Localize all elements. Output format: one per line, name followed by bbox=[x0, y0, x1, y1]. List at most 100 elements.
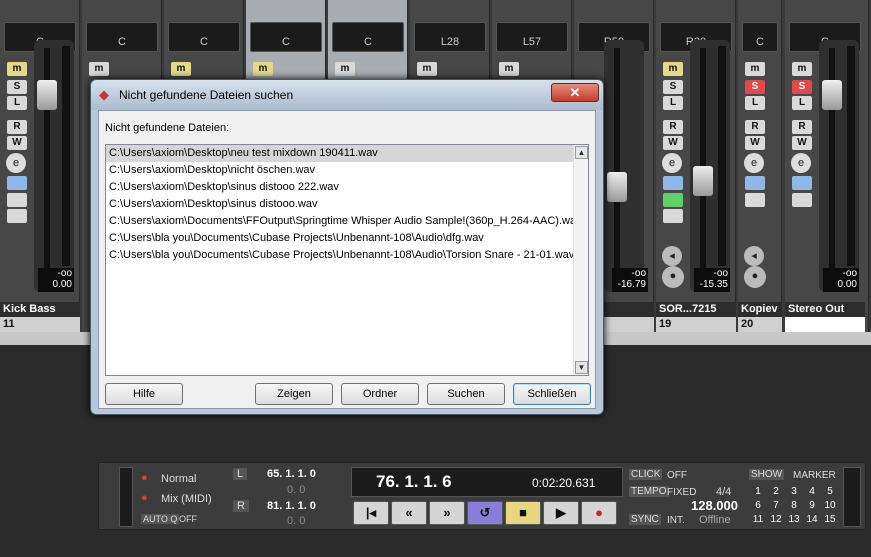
send-icon[interactable] bbox=[663, 209, 683, 223]
cycle-mode[interactable]: Mix (MIDI) bbox=[161, 493, 212, 505]
channel-name[interactable]: Stereo Out bbox=[785, 302, 865, 317]
speaker-icon[interactable]: ◂ bbox=[662, 246, 682, 266]
left-locator[interactable]: 65. 1. 1. 0 bbox=[267, 468, 316, 480]
send-icon[interactable] bbox=[7, 209, 27, 223]
pan-control[interactable]: C bbox=[250, 22, 322, 52]
close-dialog-button[interactable]: Schließen bbox=[513, 383, 591, 405]
listen-button[interactable]: L bbox=[792, 96, 812, 110]
marker-button[interactable]: 8 bbox=[785, 500, 803, 511]
fader[interactable] bbox=[34, 40, 74, 292]
marker-button[interactable]: 10 bbox=[821, 500, 839, 511]
channel-name[interactable]: SOR...7215 bbox=[656, 302, 736, 317]
marker-button[interactable]: 14 bbox=[803, 514, 821, 525]
mute-button[interactable]: m bbox=[7, 62, 27, 76]
folder-button[interactable]: Ordner bbox=[341, 383, 419, 405]
show-button[interactable]: Zeigen bbox=[255, 383, 333, 405]
edit-icon[interactable]: e bbox=[791, 153, 811, 173]
list-item[interactable]: C:\Users\axiom\Desktop\sinus distooo.wav bbox=[106, 196, 573, 213]
marker-button[interactable]: 9 bbox=[803, 500, 821, 511]
solo-button[interactable]: S bbox=[663, 80, 683, 94]
read-button[interactable]: R bbox=[7, 120, 27, 134]
list-item[interactable]: C:\Users\bla you\Documents\Cubase Projec… bbox=[106, 247, 573, 264]
stop-icon[interactable]: ■ bbox=[505, 501, 541, 525]
sync-button[interactable]: SYNC bbox=[629, 514, 661, 525]
dialog-titlebar[interactable]: ◆ Nicht gefundene Dateien suchen ✕ bbox=[91, 80, 603, 110]
scroll-down-icon[interactable]: ▼ bbox=[575, 361, 588, 374]
marker-button[interactable]: 11 bbox=[749, 514, 767, 525]
pan-control[interactable]: C bbox=[742, 22, 778, 52]
marker-button[interactable]: 4 bbox=[803, 486, 821, 497]
pan-control[interactable]: L57 bbox=[496, 22, 568, 52]
fader-knob[interactable] bbox=[607, 172, 627, 202]
read-button[interactable]: R bbox=[745, 120, 765, 134]
list-item[interactable]: C:\Users\axiom\Desktop\sinus distooo 222… bbox=[106, 179, 573, 196]
mute-button[interactable]: m bbox=[89, 62, 109, 76]
pan-control[interactable]: C bbox=[168, 22, 240, 52]
help-button[interactable]: Hilfe bbox=[105, 383, 183, 405]
pan-control[interactable]: C bbox=[332, 22, 404, 52]
edit-icon[interactable]: e bbox=[744, 153, 764, 173]
rewind-icon[interactable]: « bbox=[391, 501, 427, 525]
fast-forward-icon[interactable]: » bbox=[429, 501, 465, 525]
listen-button[interactable]: L bbox=[663, 96, 683, 110]
position-readout[interactable]: 76. 1. 1. 6 bbox=[376, 472, 452, 492]
autoq-button[interactable]: AUTO Q bbox=[141, 514, 180, 524]
mute-button[interactable]: m bbox=[171, 62, 191, 76]
close-button[interactable]: ✕ bbox=[551, 83, 599, 102]
eq-icon[interactable] bbox=[745, 193, 765, 207]
monitor-icon[interactable]: ● bbox=[662, 266, 684, 288]
marker-button[interactable]: 15 bbox=[821, 514, 839, 525]
left-locator-icon[interactable]: L bbox=[233, 468, 248, 480]
mute-button[interactable]: m bbox=[335, 62, 355, 76]
position-display[interactable]: 76. 1. 1. 6 0:02:20.631 bbox=[351, 467, 623, 497]
insert-icon[interactable] bbox=[792, 176, 812, 190]
marker-button[interactable]: 2 bbox=[767, 486, 785, 497]
goto-start-icon[interactable]: |◂ bbox=[353, 501, 389, 525]
solo-button[interactable]: S bbox=[792, 80, 812, 94]
list-item[interactable]: C:\Users\axiom\Desktop\nicht öschen.wav bbox=[106, 162, 573, 179]
fader[interactable] bbox=[604, 40, 644, 292]
tempo-value[interactable]: 128.000 bbox=[691, 498, 738, 513]
scroll-up-icon[interactable]: ▲ bbox=[575, 146, 588, 159]
time-readout[interactable]: 0:02:20.631 bbox=[532, 476, 595, 490]
marker-button[interactable]: 12 bbox=[767, 514, 785, 525]
edit-icon[interactable]: e bbox=[6, 153, 26, 173]
channel-name[interactable]: Kick Bass bbox=[0, 302, 80, 317]
listen-button[interactable]: L bbox=[7, 96, 27, 110]
mute-button[interactable]: m bbox=[499, 62, 519, 76]
monitor-icon[interactable]: ● bbox=[744, 266, 766, 288]
list-item[interactable]: C:\Users\axiom\Documents\FFOutput\Spring… bbox=[106, 213, 573, 230]
eq-icon[interactable] bbox=[792, 193, 812, 207]
edit-icon[interactable]: e bbox=[662, 153, 682, 173]
mute-button[interactable]: m bbox=[745, 62, 765, 76]
marker-button[interactable]: 7 bbox=[767, 500, 785, 511]
record-mode[interactable]: Normal bbox=[161, 473, 196, 485]
fader[interactable] bbox=[690, 40, 730, 292]
pan-control[interactable]: C bbox=[86, 22, 158, 52]
marker-button[interactable]: 3 bbox=[785, 486, 803, 497]
read-button[interactable]: R bbox=[663, 120, 683, 134]
list-item[interactable]: C:\Users\bla you\Documents\Cubase Projec… bbox=[106, 230, 573, 247]
click-button[interactable]: CLICK bbox=[629, 469, 663, 480]
eq-icon[interactable] bbox=[7, 193, 27, 207]
solo-button[interactable]: S bbox=[745, 80, 765, 94]
mute-button[interactable]: m bbox=[417, 62, 437, 76]
record-icon[interactable]: ● bbox=[581, 501, 617, 525]
marker-button[interactable]: 5 bbox=[821, 486, 839, 497]
right-locator-icon[interactable]: R bbox=[233, 500, 249, 512]
pan-control[interactable]: L28 bbox=[414, 22, 486, 52]
marker-button[interactable]: 13 bbox=[785, 514, 803, 525]
read-button[interactable]: R bbox=[792, 120, 812, 134]
insert-icon[interactable] bbox=[745, 176, 765, 190]
right-locator[interactable]: 81. 1. 1. 0 bbox=[267, 500, 316, 512]
write-button[interactable]: W bbox=[745, 136, 765, 150]
write-button[interactable]: W bbox=[7, 136, 27, 150]
mute-button[interactable]: m bbox=[663, 62, 683, 76]
eq-icon[interactable] bbox=[663, 193, 683, 207]
tempo-button[interactable]: TEMPO bbox=[629, 486, 669, 497]
solo-button[interactable]: S bbox=[7, 80, 27, 94]
fader[interactable] bbox=[819, 40, 859, 292]
insert-icon[interactable] bbox=[663, 176, 683, 190]
speaker-icon[interactable]: ◂ bbox=[744, 246, 764, 266]
marker-button[interactable]: 6 bbox=[749, 500, 767, 511]
